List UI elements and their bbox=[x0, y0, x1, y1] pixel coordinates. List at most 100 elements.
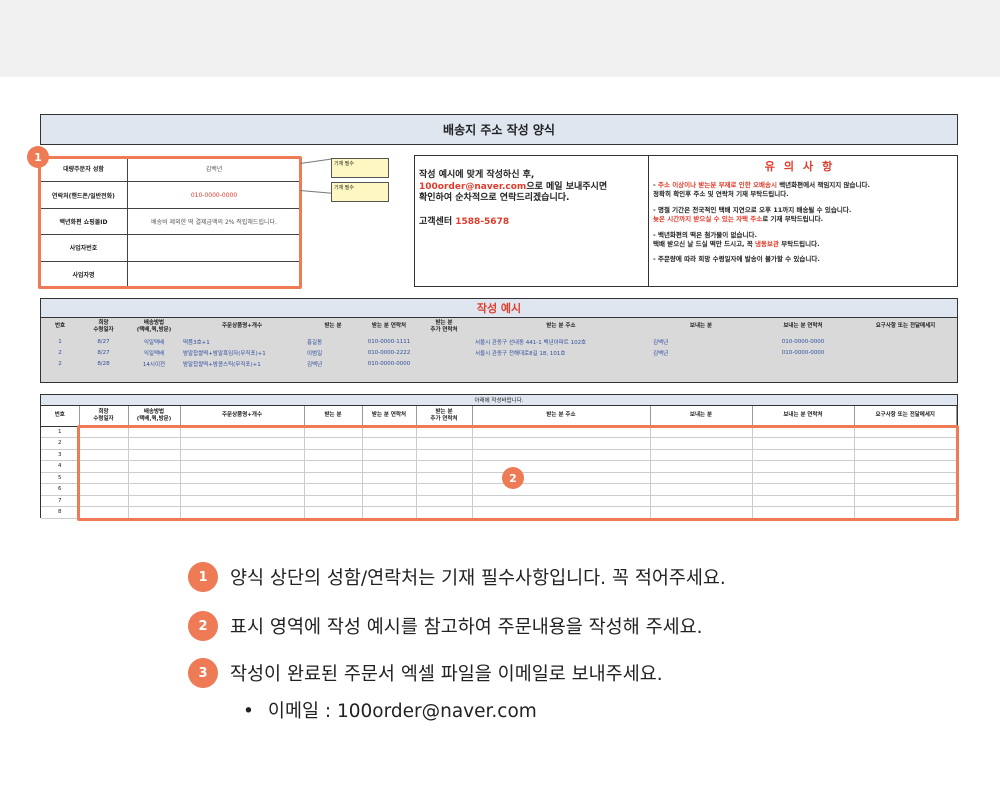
example-row: 2 8/28 14시이전 밤말찹쌀떡+밤콩스틱(무직포)+1 김백년 010-0000-0… bbox=[41, 358, 957, 369]
example-row: 2 8/27 익일택배 밤말찹쌀떡+밤말흑임자(무직포)+1 이범일 010-0000-2… bbox=[41, 347, 957, 358]
info-value[interactable]: 배송비 제외한 떡 결제금액의 2% 적립해드립니다. bbox=[128, 209, 300, 234]
row-number: 7 bbox=[41, 495, 80, 507]
example-cell bbox=[854, 358, 957, 369]
example-cell: 떡품3호+1 bbox=[183, 339, 210, 346]
example-cell: 김백년 bbox=[653, 339, 669, 346]
cs-label: 고객센터 bbox=[419, 217, 453, 228]
instruction-2: 2 표시 영역에 작성 예시를 참고하여 주문내용을 작성해 주세요. bbox=[188, 611, 703, 641]
email-line-2: 100order@naver.com으로 메일 보내주시면 bbox=[419, 182, 644, 194]
notice-text: 백년화편에서 책임지지 않습니다. bbox=[776, 180, 870, 189]
example-cell: 서울시 관동구 선내동 441-1 백년아파트 102호 bbox=[475, 339, 587, 346]
example-row: 1 8/27 익일택배 떡품3호+1 홍길동 010-0000-1111 서울시 관동구 선… bbox=[41, 336, 957, 347]
example-cell bbox=[650, 358, 752, 369]
info-row-shop-id: 백년화편 쇼핑몰ID 배송비 제외한 떡 결제금액의 2% 적립해드립니다. bbox=[40, 208, 300, 236]
info-value[interactable]: 010-0000-0000 bbox=[128, 182, 300, 207]
row-number: 6 bbox=[41, 483, 80, 496]
column-header: 요구사항 또는 전달메세지 bbox=[854, 406, 957, 427]
row-number: 1 bbox=[41, 426, 80, 438]
info-row-biz-number: 사업자번호 bbox=[40, 235, 300, 262]
column-header: 받는 분 추가 연락처 bbox=[416, 406, 473, 427]
row-number: 8 bbox=[41, 506, 80, 519]
example-cell: 010-0000-0000 bbox=[367, 360, 411, 367]
info-value[interactable]: 김백년 bbox=[128, 156, 300, 181]
column-header: 받는 분 bbox=[324, 323, 342, 330]
info-label: 대량주문자 성함 bbox=[40, 156, 128, 182]
notice-text: 로 기재 부탁드립니다. bbox=[762, 215, 824, 224]
example-cell: 1 bbox=[58, 338, 62, 345]
note-connector bbox=[299, 190, 332, 194]
email-line-3: 확인하여 순차적으로 연락드리겠습니다. bbox=[419, 193, 570, 204]
badge-1: 1 bbox=[27, 146, 49, 168]
column-header: 보내는 분 연락처 bbox=[752, 406, 855, 427]
column-header: 받는 분 추가 연락처 bbox=[430, 319, 458, 333]
example-cell: 밤말찹쌀떡+밤콩스틱(무직포)+1 bbox=[183, 361, 261, 368]
form-title: 배송지 주소 작성 양식 bbox=[40, 114, 958, 145]
input-title: 아래에 작성바랍니다. bbox=[41, 395, 957, 406]
example-cell: 홍길동 bbox=[307, 339, 323, 346]
bullet: • bbox=[243, 701, 254, 722]
example-cell: 010-0000-1111 bbox=[367, 338, 411, 345]
info-label: 사업자명 bbox=[40, 261, 128, 288]
row-number: 4 bbox=[41, 460, 80, 473]
step-number: 3 bbox=[188, 658, 218, 688]
notice-item-4: - 주문량에 따라 희망 수령일자에 발송이 불가할 수 있습니다. bbox=[653, 255, 820, 264]
column-header: 받는 분 연락처 bbox=[362, 406, 417, 427]
email-line-2-rest: 으로 메일 보내주시면 bbox=[526, 181, 608, 192]
info-row-name: 대량주문자 성함 김백년 bbox=[40, 156, 300, 183]
column-header: 주문상품명+개수 bbox=[180, 406, 305, 427]
notice-item-3: - 백년화편의 떡은 첨가물이 없습니다. 택배 받으신 날 드실 떡만 드시고… bbox=[653, 231, 953, 250]
column-header: 번호 bbox=[54, 323, 66, 330]
example-cell bbox=[472, 358, 650, 369]
step-text: 양식 상단의 성함/연락처는 기재 필수사항입니다. 꼭 적어주세요. bbox=[230, 568, 726, 589]
info-label: 연락처(핸드폰/일반전화) bbox=[40, 182, 128, 208]
notice-text-red: 늦은 시간까지 받으실 수 있는 자택 주소 bbox=[653, 215, 763, 224]
notice-text: 정확히 확인후 주소 및 연락처 기재 부탁드립니다. bbox=[653, 190, 789, 199]
column-header: 보내는 분 bbox=[650, 406, 753, 427]
column-header: 받는 분 주소 bbox=[472, 406, 651, 427]
column-header: 받는 분 연락처 bbox=[371, 323, 407, 330]
notice-text: 택배 받으신 날 드실 떡만 드시고, 꼭 bbox=[653, 240, 756, 249]
email-address[interactable]: 100order@naver.com bbox=[419, 182, 526, 192]
example-cell: 8/27 bbox=[97, 349, 110, 356]
note-connector bbox=[299, 158, 332, 164]
info-value[interactable] bbox=[128, 262, 300, 288]
email-line-1: 작성 예시에 맞게 작성하신 후, bbox=[419, 170, 535, 180]
notice-text: 부탁드립니다. bbox=[778, 240, 820, 249]
column-header: 희망 수령일자 bbox=[93, 319, 114, 333]
cs-number: 1588-5678 bbox=[455, 217, 510, 228]
column-header: 희망 수령일자 bbox=[79, 406, 129, 427]
info-value[interactable] bbox=[128, 235, 300, 260]
customer-center: 고객센터 1588-5678 bbox=[419, 217, 644, 229]
row-number: 5 bbox=[41, 472, 80, 484]
example-cell bbox=[752, 358, 854, 369]
notice-box: 유의사항 - 주소 이상이나 받는분 부재로 인한 오배송시 백년화편에서 책임… bbox=[648, 155, 958, 287]
example-cell: 이범일 bbox=[307, 350, 323, 357]
step-text: 표시 영역에 작성 예시를 참고하여 주문내용을 작성해 주세요. bbox=[230, 617, 703, 638]
column-header: 번호 bbox=[41, 406, 80, 427]
notice-item-2: - 명절 기간은 전국적인 택배 지연으로 오후 11까지 배송될 수 있습니다… bbox=[653, 206, 953, 225]
example-header-row: 번호 희망 수령일자 배송방법 (택배,퀵,방문) 주문상품명+개수 받는 분 받는 분 연락… bbox=[41, 318, 957, 336]
column-header: 보내는 분 bbox=[689, 323, 713, 330]
column-header: 주문상품명+개수 bbox=[221, 323, 263, 330]
example-cell: 14시이전 bbox=[142, 361, 166, 368]
notice-text: - 명절 기간은 전국적인 택배 지연으로 오후 11까지 배송될 수 있습니다… bbox=[653, 205, 852, 214]
example-cell bbox=[416, 358, 472, 369]
badge-2: 2 bbox=[502, 467, 524, 489]
orderer-info-block: 대량주문자 성함 김백년 연락처(핸드폰/일반전화) 010-0000-0000… bbox=[40, 156, 300, 288]
example-cell: 010-0000-0000 bbox=[781, 338, 825, 345]
input-header-row: 번호 희망 수령일자 배송방법 (택배,퀵,방문) 주문상품명+개수 받는 분 받는 분 연락… bbox=[41, 406, 957, 427]
example-cell: 2 bbox=[58, 349, 62, 356]
email-note: • 이메일 : 100order@naver.com bbox=[243, 697, 537, 723]
step-text: 작성이 완료된 주문서 엑셀 파일을 이메일로 보내주세요. bbox=[230, 664, 663, 685]
example-cell: 익일택배 bbox=[143, 339, 165, 346]
example-cell bbox=[416, 336, 472, 347]
instruction-1: 1 양식 상단의 성함/연락처는 기재 필수사항입니다. 꼭 적어주세요. bbox=[188, 562, 726, 592]
example-section: 작성 예시 번호 희망 수령일자 배송방법 (택배,퀵,방문) 주문상품명+개수 받는 분 받… bbox=[40, 298, 958, 383]
example-cell: 밤말찹쌀떡+밤말흑임자(무직포)+1 bbox=[183, 350, 266, 357]
column-header: 보내는 분 연락처 bbox=[783, 323, 823, 330]
notice-item-1: - 주소 이상이나 받는분 부재로 인한 오배송시 백년화편에서 책임지지 않습… bbox=[653, 181, 953, 200]
step-number: 1 bbox=[188, 562, 218, 592]
example-cell bbox=[416, 347, 472, 358]
example-cell: 서울시 관동구 전해대로8길 18, 101호 bbox=[475, 350, 566, 357]
row-number: 2 bbox=[41, 437, 80, 450]
